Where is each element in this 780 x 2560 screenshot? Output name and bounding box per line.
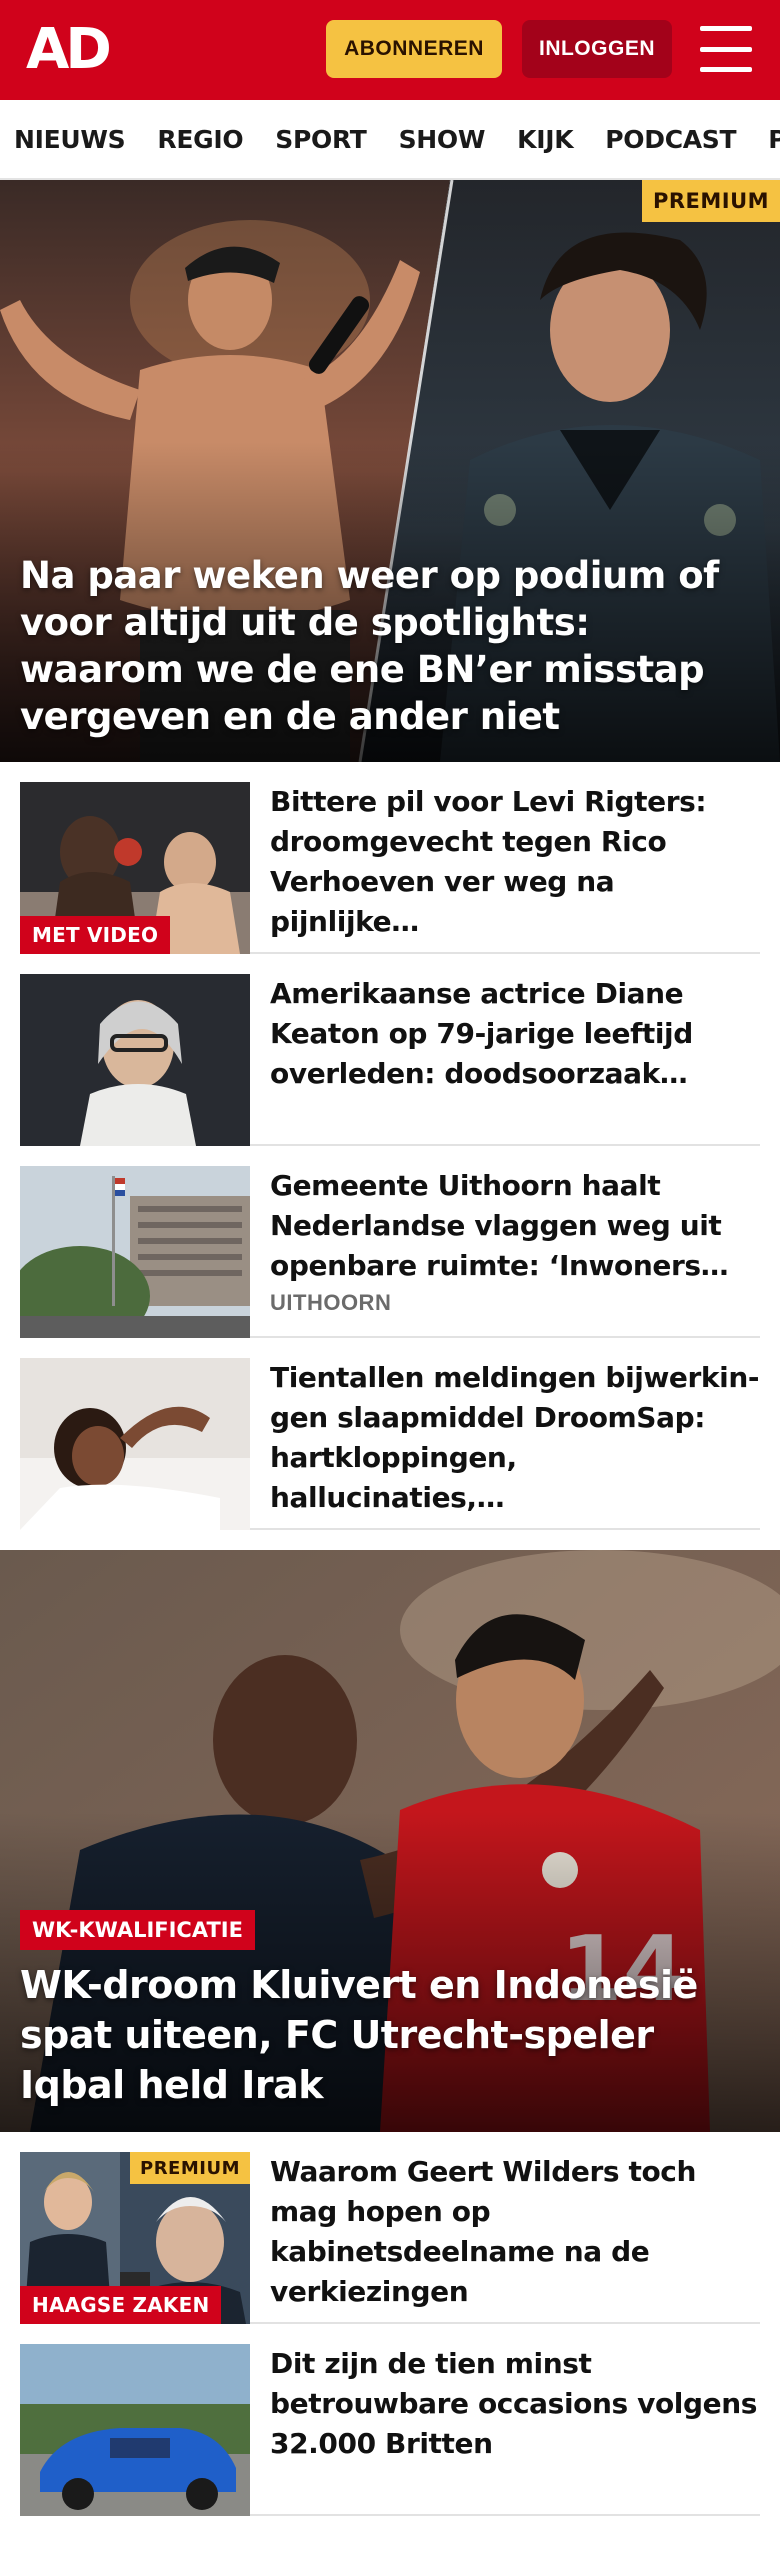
nav-item-regio[interactable]: REGIO: [157, 125, 243, 154]
hero-article[interactable]: PREMIUM Na paar weken weer op podium of …: [0, 180, 780, 762]
login-button[interactable]: INLOGGEN: [522, 20, 672, 78]
article-thumbnail: [20, 1358, 250, 1530]
article-thumbnail: MET VIDEO: [20, 782, 250, 954]
article-headline[interactable]: Amerikaanse actrice Diane Keaton op 79-j…: [270, 974, 760, 1094]
article-headline[interactable]: Tientallen meldingen bijwerkin­gen slaap…: [270, 1358, 760, 1518]
premium-badge: PREMIUM: [130, 2152, 250, 2184]
article-thumbnail: [20, 974, 250, 1146]
hero-headline[interactable]: WK-droom Kluivert en Indonesië spat uite…: [20, 1960, 760, 2110]
list-item[interactable]: MET VIDEO Bittere pil voor Levi Rigters:…: [20, 762, 760, 954]
list-item[interactable]: Tientallen meldingen bijwerkin­gen slaap…: [20, 1338, 760, 1530]
article-thumbnail: [20, 1166, 250, 1338]
nav-item-podcast[interactable]: PODCAST: [605, 125, 736, 154]
nav-item-puzzels[interactable]: PUZZ: [768, 125, 780, 154]
nav-item-sport[interactable]: SPORT: [275, 125, 367, 154]
article-headline[interactable]: Gemeente Uithoorn haalt Nederlandse vlag…: [270, 1166, 760, 1286]
list-item[interactable]: Gemeente Uithoorn haalt Nederlandse vlag…: [20, 1146, 760, 1338]
subscribe-button[interactable]: ABONNEREN: [326, 20, 502, 78]
hero-headline[interactable]: Na paar weken weer op podium of voor alt…: [20, 552, 760, 740]
nav-item-nieuws[interactable]: NIEUWS: [14, 125, 126, 154]
category-tag[interactable]: WK-KWALIFICATIE: [20, 1910, 255, 1950]
video-tag: MET VIDEO: [20, 916, 171, 954]
article-thumbnail: [20, 2344, 250, 2516]
article-region-label[interactable]: UITHOORN: [270, 1290, 391, 1316]
article-headline[interactable]: Waarom Geert Wilders toch mag hopen op k…: [270, 2152, 760, 2312]
list-item[interactable]: Dit zijn de tien minst betrouwba­re occa…: [20, 2324, 760, 2516]
article-thumbnail: PREMIUM HAAGSE ZAKEN: [20, 2152, 250, 2324]
list-item[interactable]: Amerikaanse actrice Diane Keaton op 79-j…: [20, 954, 760, 1146]
list-item[interactable]: PREMIUM HAAGSE ZAKEN Waarom Geert Wilder…: [20, 2132, 760, 2324]
top-header: AD ABONNEREN INLOGGEN: [0, 0, 780, 100]
category-tag[interactable]: HAAGSE ZAKEN: [20, 2286, 222, 2324]
section-nav: NIEUWS REGIO SPORT SHOW KIJK PODCAST PUZ…: [0, 100, 780, 180]
ad-logo[interactable]: AD: [26, 22, 112, 78]
article-headline[interactable]: Dit zijn de tien minst betrouwba­re occa…: [270, 2344, 760, 2464]
nav-item-kijk[interactable]: KIJK: [517, 125, 573, 154]
nav-item-show[interactable]: SHOW: [399, 125, 486, 154]
article-headline[interactable]: Bittere pil voor Levi Rigters: droomgeve…: [270, 782, 760, 942]
premium-badge: PREMIUM: [642, 180, 780, 222]
menu-icon[interactable]: [700, 26, 752, 72]
hero-article-sport[interactable]: 14 WK-KWALIFICATIE WK-droom Kluivert en …: [0, 1550, 780, 2132]
